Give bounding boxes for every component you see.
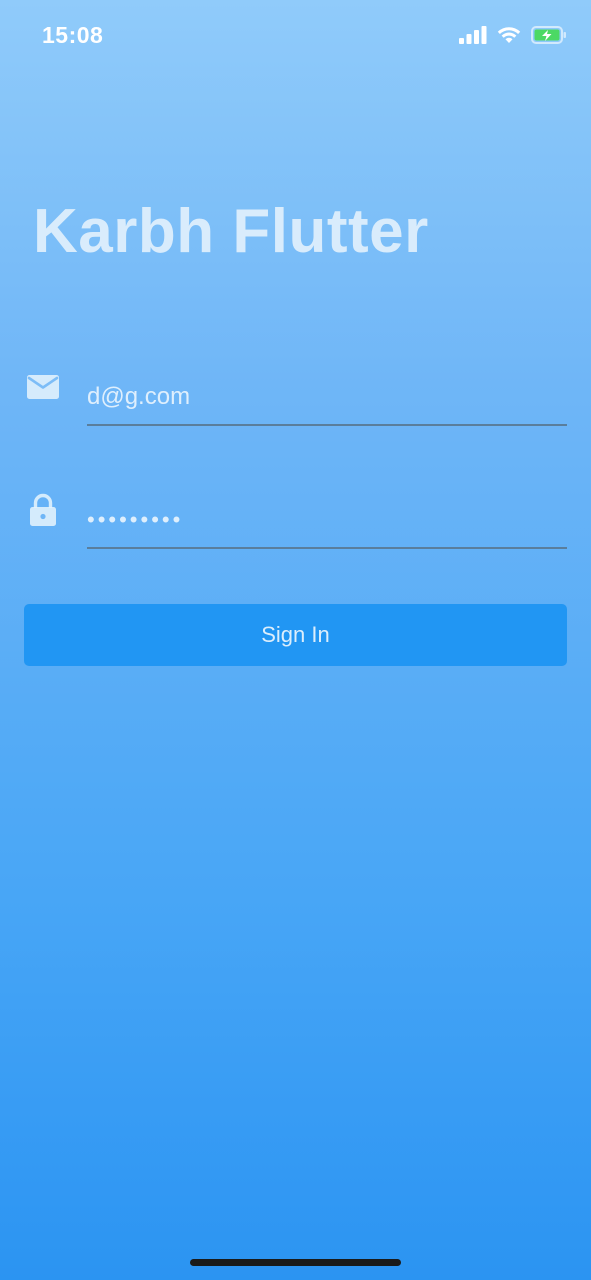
status-time: 15:08 — [42, 22, 104, 48]
password-field-row — [0, 493, 591, 573]
sign-in-button[interactable]: Sign In — [24, 604, 567, 666]
status-icons — [459, 25, 567, 50]
lock-icon — [26, 493, 60, 527]
status-bar: 15:08 — [0, 0, 591, 72]
mail-icon — [26, 372, 60, 406]
email-field[interactable] — [87, 370, 567, 426]
home-indicator[interactable] — [190, 1259, 401, 1266]
password-field[interactable] — [87, 493, 567, 549]
battery-charging-icon — [531, 25, 567, 50]
wifi-icon — [497, 26, 521, 49]
email-field-row — [0, 370, 591, 450]
signal-icon — [459, 26, 487, 49]
app-title: Karbh Flutter — [33, 197, 429, 266]
